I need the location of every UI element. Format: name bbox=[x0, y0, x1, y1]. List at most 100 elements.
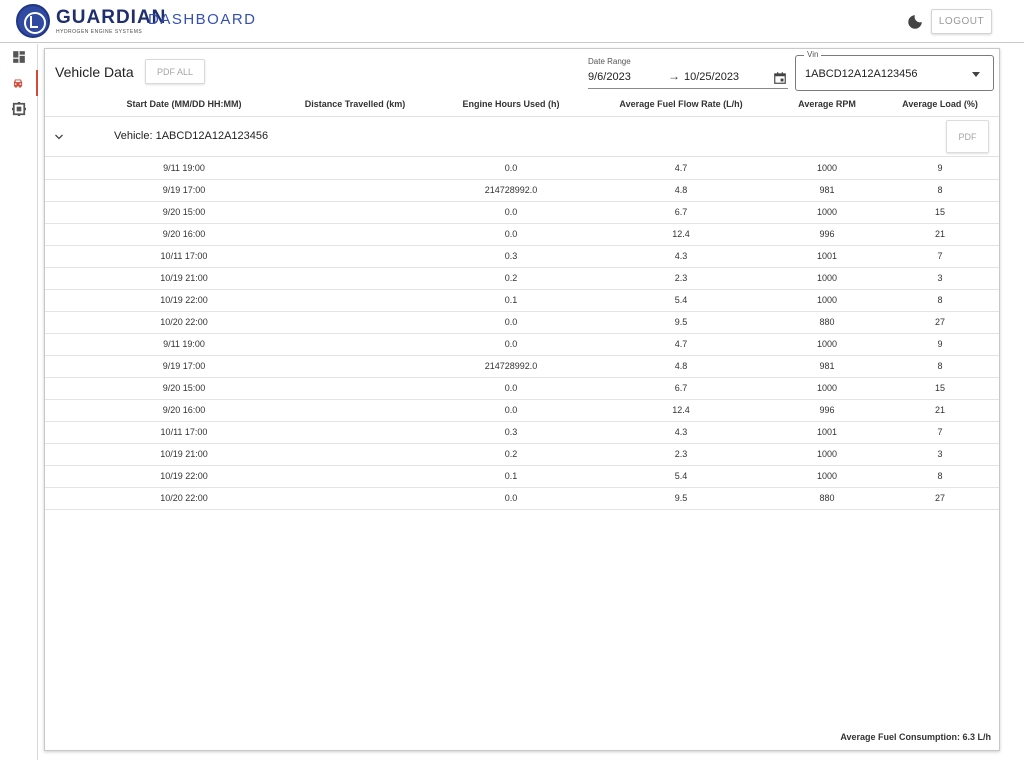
date-range-start[interactable]: 9/6/2023 bbox=[588, 71, 631, 83]
cell-rpm: 1000 bbox=[816, 295, 838, 305]
cell-start-date: 10/20 22:00 bbox=[160, 317, 208, 327]
cell-fuel-flow: 4.3 bbox=[674, 251, 688, 261]
table-row: 9/20 15:00 0.0 6.7 1000 15 bbox=[45, 378, 999, 400]
cell-fuel-flow: 4.8 bbox=[674, 361, 688, 371]
cell-start-date: 9/20 16:00 bbox=[162, 405, 206, 415]
cell-fuel-flow: 12.4 bbox=[672, 229, 690, 239]
table-row: 10/11 17:00 0.3 4.3 1001 7 bbox=[45, 422, 999, 444]
cell-rpm: 1000 bbox=[816, 471, 838, 481]
cell-load: 21 bbox=[934, 229, 946, 239]
cell-fuel-flow: 12.4 bbox=[672, 405, 690, 415]
cell-start-date: 9/11 19:00 bbox=[163, 163, 205, 173]
calendar-icon[interactable] bbox=[773, 71, 787, 85]
sidebar-item-devices[interactable] bbox=[0, 96, 38, 122]
sidebar-item-dashboard[interactable] bbox=[0, 44, 38, 70]
table-body: 9/11 19:00 0.0 4.7 1000 9 9/19 17:00 214728992… bbox=[45, 158, 999, 510]
cell-rpm: 996 bbox=[819, 229, 835, 239]
cell-fuel-flow: 5.4 bbox=[674, 295, 688, 305]
pdf-button[interactable]: PDF bbox=[946, 120, 989, 153]
cell-load: 15 bbox=[934, 383, 946, 393]
cell-engine-hours: 0.2 bbox=[504, 273, 518, 283]
car-icon bbox=[13, 79, 23, 88]
cell-engine-hours: 0.2 bbox=[504, 449, 518, 459]
chevron-down-icon[interactable] bbox=[53, 130, 65, 142]
cell-fuel-flow: 4.7 bbox=[674, 163, 688, 173]
cell-fuel-flow: 2.3 bbox=[674, 273, 688, 283]
cell-start-date: 9/11 19:00 bbox=[163, 339, 205, 349]
cell-engine-hours: 0.3 bbox=[504, 251, 518, 261]
table-row: 10/11 17:00 0.3 4.3 1001 7 bbox=[45, 246, 999, 268]
table-row: 9/20 16:00 0.0 12.4 996 21 bbox=[45, 224, 999, 246]
cell-fuel-flow: 9.5 bbox=[674, 493, 688, 503]
cell-start-date: 9/20 15:00 bbox=[162, 207, 206, 217]
cell-load: 3 bbox=[937, 273, 943, 283]
date-range-arrow: → bbox=[668, 69, 680, 83]
cell-load: 21 bbox=[934, 405, 946, 415]
cell-engine-hours: 0.0 bbox=[504, 207, 518, 217]
logo: GUARDIAN DASHBOARD HYDROGEN ENGINE SYSTE… bbox=[16, 3, 255, 39]
average-fuel-consumption: Average Fuel Consumption: 6.3 L/h bbox=[840, 732, 991, 742]
cell-engine-hours: 0.0 bbox=[504, 493, 518, 503]
cell-fuel-flow: 5.4 bbox=[674, 471, 688, 481]
cell-rpm: 981 bbox=[819, 185, 835, 195]
cell-engine-hours: 0.0 bbox=[504, 383, 518, 393]
table-row: 10/19 22:00 0.1 5.4 1000 8 bbox=[45, 290, 999, 312]
cell-fuel-flow: 4.3 bbox=[674, 427, 688, 437]
cell-rpm: 1000 bbox=[816, 339, 838, 349]
sidebar-item-vehicles[interactable] bbox=[0, 70, 38, 96]
cell-rpm: 1001 bbox=[816, 251, 838, 261]
table-row: 9/19 17:00 214728992.0 4.8 981 8 bbox=[45, 356, 999, 378]
cell-engine-hours: 214728992.0 bbox=[484, 361, 538, 371]
cell-rpm: 1000 bbox=[816, 383, 838, 393]
dashboard-icon bbox=[13, 51, 25, 63]
column-header-engine-hours: Engine Hours Used (h) bbox=[462, 99, 560, 109]
cell-rpm: 981 bbox=[819, 361, 835, 371]
cell-start-date: 9/20 15:00 bbox=[162, 383, 206, 393]
cell-engine-hours: 0.1 bbox=[504, 471, 518, 481]
cell-start-date: 9/19 17:00 bbox=[162, 185, 206, 195]
cell-fuel-flow: 4.7 bbox=[674, 339, 688, 349]
cell-start-date: 9/20 16:00 bbox=[162, 229, 206, 239]
cell-engine-hours: 214728992.0 bbox=[484, 185, 538, 195]
cell-engine-hours: 0.0 bbox=[504, 163, 518, 173]
vehicle-group-label: Vehicle: 1ABCD12A12A123456 bbox=[114, 130, 269, 142]
column-header-rpm: Average RPM bbox=[798, 99, 856, 109]
cell-fuel-flow: 6.7 bbox=[674, 383, 688, 393]
date-range-end[interactable]: 10/25/2023 bbox=[684, 71, 739, 83]
dropdown-arrow-icon bbox=[972, 72, 980, 77]
cell-rpm: 880 bbox=[819, 317, 835, 327]
cell-load: 8 bbox=[937, 185, 943, 195]
cell-load: 8 bbox=[937, 361, 943, 371]
dark-mode-toggle-icon[interactable] bbox=[906, 13, 924, 31]
cell-fuel-flow: 2.3 bbox=[674, 449, 688, 459]
cell-rpm: 1000 bbox=[816, 273, 838, 283]
cell-load: 8 bbox=[937, 295, 943, 305]
cell-load: 7 bbox=[937, 427, 943, 437]
table-header: Start Date (MM/DD HH:MM) Distance Travel… bbox=[45, 93, 999, 117]
cell-rpm: 880 bbox=[819, 493, 835, 503]
logout-button[interactable]: LOGOUT bbox=[931, 9, 992, 34]
table-row: 10/19 21:00 0.2 2.3 1000 3 bbox=[45, 444, 999, 466]
cell-start-date: 10/11 17:00 bbox=[160, 427, 208, 437]
brand-tagline: HYDROGEN ENGINE SYSTEMS bbox=[56, 29, 143, 35]
cell-fuel-flow: 4.8 bbox=[674, 185, 688, 195]
table-row: 10/20 22:00 0.0 9.5 880 27 bbox=[45, 488, 999, 510]
column-header-distance: Distance Travelled (km) bbox=[304, 99, 406, 109]
pdf-all-button[interactable]: PDF ALL bbox=[145, 59, 205, 84]
cell-load: 9 bbox=[937, 339, 943, 349]
date-range-field[interactable]: 9/6/2023 → 10/25/2023 bbox=[588, 68, 788, 89]
vehicle-group-row[interactable]: Vehicle: 1ABCD12A12A123456 PDF bbox=[45, 117, 999, 157]
table-row: 9/20 16:00 0.0 12.4 996 21 bbox=[45, 400, 999, 422]
device-icon bbox=[12, 102, 26, 116]
table-row: 9/11 19:00 0.0 4.7 1000 9 bbox=[45, 334, 999, 356]
cell-rpm: 1000 bbox=[816, 449, 838, 459]
cell-fuel-flow: 6.7 bbox=[674, 207, 688, 217]
vin-select[interactable]: Vin 1ABCD12A12A123456 bbox=[795, 50, 994, 91]
cell-load: 9 bbox=[937, 163, 943, 173]
cell-rpm: 996 bbox=[819, 405, 835, 415]
app-header: GUARDIAN DASHBOARD HYDROGEN ENGINE SYSTE… bbox=[0, 0, 1024, 43]
column-header-fuel-flow: Average Fuel Flow Rate (L/h) bbox=[619, 99, 743, 109]
table-row: 10/19 21:00 0.2 2.3 1000 3 bbox=[45, 268, 999, 290]
cell-start-date: 9/19 17:00 bbox=[162, 361, 206, 371]
date-range-label: Date Range bbox=[588, 57, 631, 66]
